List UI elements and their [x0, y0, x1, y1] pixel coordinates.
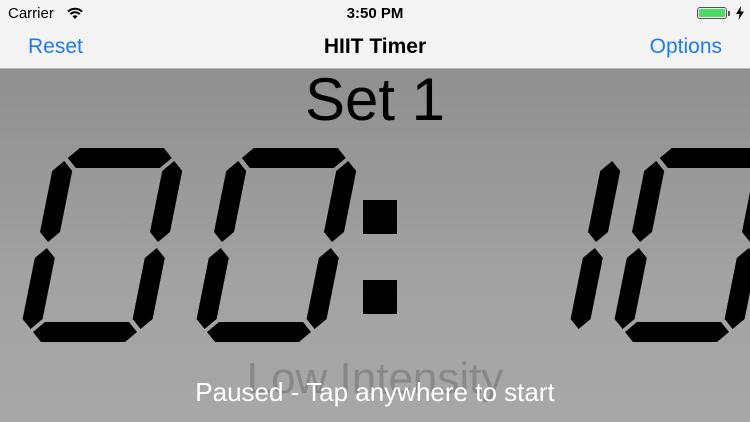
- colon-dot-bottom: [363, 280, 397, 314]
- segment-d: [33, 322, 137, 342]
- segment-e: [196, 248, 229, 329]
- timer-digit-1: [196, 148, 357, 342]
- timer-display: [22, 148, 750, 342]
- status-time: 3:50 PM: [346, 5, 404, 22]
- segment-e: [22, 248, 55, 329]
- timer-digit-3: [614, 148, 750, 342]
- battery-fill: [699, 9, 725, 17]
- segment-b: [324, 161, 357, 242]
- segment-c: [570, 248, 603, 329]
- navigation-bar: Reset HIIT Timer Options: [0, 28, 750, 69]
- segment-b: [150, 161, 183, 242]
- segment-f: [40, 161, 73, 242]
- segment-c: [306, 248, 339, 329]
- bolt-icon: [736, 6, 744, 20]
- battery-nub: [728, 11, 730, 16]
- status-bar: Carrier 3:50 PM: [0, 0, 750, 28]
- segment-b: [742, 191, 750, 242]
- set-label: Set 1: [304, 66, 446, 133]
- start-hint: Paused - Tap anywhere to start: [195, 377, 555, 407]
- segment-f: [214, 161, 247, 242]
- segment-d: [625, 322, 729, 342]
- options-button[interactable]: Options: [650, 35, 722, 59]
- nav-title: HIIT Timer: [323, 35, 427, 58]
- segment-a: [659, 148, 750, 168]
- segment-c: [724, 248, 750, 329]
- segment-a: [67, 148, 172, 168]
- timer-digit-2: [570, 161, 621, 329]
- segment-a: [241, 148, 346, 168]
- segment-d: [207, 322, 311, 342]
- timer-digit-0: [22, 148, 183, 342]
- colon-dot-top: [363, 200, 397, 234]
- segment-b: [588, 161, 621, 242]
- segment-c: [132, 248, 165, 329]
- segment-e: [614, 248, 647, 329]
- battery-icon: [697, 7, 730, 19]
- segment-f: [632, 161, 665, 242]
